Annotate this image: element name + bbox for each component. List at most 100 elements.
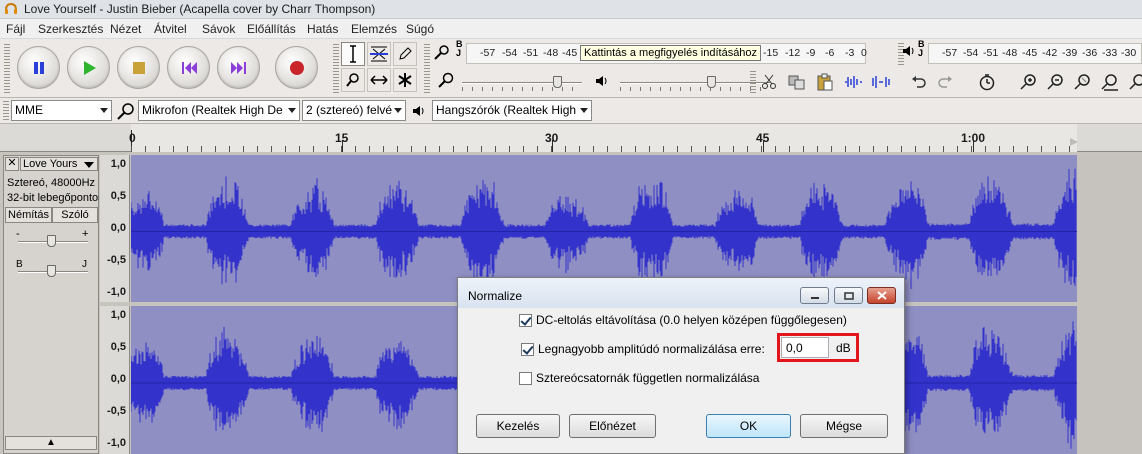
minimize-icon (810, 296, 819, 299)
ruler-label: 45 (756, 131, 770, 145)
selection-tool[interactable] (341, 42, 365, 66)
menu-tracks[interactable]: Sávok (202, 22, 235, 36)
menu-effect[interactable]: Hatás (307, 22, 338, 36)
pause-button[interactable] (17, 46, 60, 89)
amplitude-label: 0,0 (110, 222, 126, 234)
asterisk-icon (398, 73, 412, 87)
menu-transport[interactable]: Átvitel (154, 22, 187, 36)
toolbar-grip[interactable] (4, 43, 10, 93)
amplitude-label: -0,5 (107, 254, 126, 266)
timeline-ruler[interactable]: 0 15 30 45 1:00 (0, 124, 1142, 152)
menu-analyze[interactable]: Elemzés (351, 22, 397, 36)
pan-slider[interactable] (47, 265, 56, 277)
dc-offset-checkbox[interactable] (519, 313, 532, 327)
silence-audio-icon (872, 76, 890, 88)
amplitude-label: 1,0 (110, 309, 126, 321)
zoom-toggle-button[interactable] (1126, 71, 1142, 93)
track-menu-button[interactable]: Love Yours (20, 157, 98, 171)
recording-channels-select[interactable]: 2 (sztereó) felvé (302, 100, 406, 121)
maximize-button[interactable] (834, 287, 863, 304)
pause-icon (34, 62, 44, 74)
skip-start-icon (182, 62, 197, 74)
envelope-tool[interactable] (367, 42, 391, 66)
pencil-icon (399, 47, 412, 60)
pan-left-label: B (16, 259, 23, 270)
copy-button[interactable] (786, 71, 808, 93)
record-scale-tick: -51 (523, 47, 539, 59)
close-button[interactable] (867, 287, 896, 304)
gain-slider[interactable] (47, 235, 56, 247)
mute-button[interactable]: Némítás (5, 207, 52, 223)
ruler-label: 1:00 (961, 131, 986, 145)
close-track-button[interactable]: ✕ (5, 157, 19, 171)
amplitude-unit: dB (836, 341, 851, 355)
track-bit-depth: 32-bit lebegőpontos (7, 192, 99, 204)
record-button[interactable] (275, 46, 318, 89)
amplitude-input[interactable]: 0,0 (781, 337, 829, 358)
toolbar-grip[interactable] (750, 71, 756, 93)
undo-button[interactable] (908, 71, 930, 93)
gain-plus-label: + (82, 228, 89, 240)
menu-view[interactable]: Nézet (110, 22, 141, 36)
zoom-fit-icon (1101, 74, 1118, 91)
skip-to-start-button[interactable] (167, 46, 210, 89)
menu-help[interactable]: Súgó (406, 22, 434, 36)
record-scale-tick: 0 (861, 47, 867, 59)
toolbar-grip[interactable] (3, 101, 9, 120)
menu-file[interactable]: Fájl (6, 22, 25, 36)
minimize-button[interactable] (800, 287, 829, 304)
paste-button[interactable] (814, 71, 836, 93)
stereo-independent-row: Sztereócsatornák független normalizálása (519, 371, 759, 385)
input-volume-track (462, 82, 582, 84)
toolbar-grip[interactable] (424, 43, 430, 93)
ok-button[interactable]: OK (706, 414, 791, 438)
sync-lock-button[interactable] (976, 71, 998, 93)
playback-device-select[interactable]: Hangszórók (Realtek High (432, 100, 592, 121)
slider-ticks (462, 87, 582, 91)
stop-button[interactable] (117, 46, 160, 89)
ruler-label: 0 (129, 131, 136, 145)
toolbar-grip[interactable] (333, 43, 339, 93)
normalize-amplitude-row: Legnagyobb amplitúdó normalizálása erre: (521, 342, 765, 356)
speaker-meter-icon (903, 46, 914, 56)
dialog-title-bar[interactable]: Normalize (458, 278, 904, 308)
cancel-button[interactable]: Mégse (800, 414, 888, 438)
chevron-down-icon (580, 108, 588, 113)
play-button[interactable] (67, 46, 110, 89)
menu-edit[interactable]: Szerkesztés (38, 22, 103, 36)
manage-button[interactable]: Kezelés (476, 414, 560, 438)
cut-button[interactable] (758, 71, 780, 93)
solo-button[interactable]: Szóló (52, 207, 98, 223)
playback-meter-channels: B J (918, 39, 925, 58)
record-scale-tick: -12 (785, 47, 801, 59)
draw-tool[interactable] (393, 42, 417, 66)
fit-selection-button[interactable] (1072, 71, 1094, 93)
zoom-tool[interactable] (341, 68, 365, 92)
redo-button[interactable] (934, 71, 956, 93)
menu-generate[interactable]: Előállítás (247, 22, 296, 36)
silence-button[interactable] (870, 71, 892, 93)
ruler-scale[interactable] (131, 124, 1077, 152)
skip-to-end-button[interactable] (217, 46, 260, 89)
audio-host-select[interactable]: MME (11, 100, 112, 121)
time-shift-tool[interactable] (367, 68, 391, 92)
pan-right-label: J (82, 259, 87, 270)
playback-scale-tick: -39 (1062, 47, 1078, 59)
trim-button[interactable] (842, 71, 864, 93)
zoom-in-button[interactable] (1018, 71, 1040, 93)
multi-tool[interactable] (393, 68, 417, 92)
stereo-independent-checkbox[interactable] (519, 371, 532, 385)
zoom-out-button[interactable] (1045, 71, 1067, 93)
recording-device-select[interactable]: Mikrofon (Realtek High De (138, 100, 300, 121)
redo-icon (938, 76, 952, 88)
normalize-amplitude-checkbox[interactable] (521, 342, 534, 356)
record-scale-tick: -45 (562, 47, 578, 59)
record-scale-tick: -9 (806, 47, 816, 59)
close-icon: ✕ (7, 157, 17, 169)
input-volume-slider[interactable] (553, 76, 562, 88)
output-volume-slider[interactable] (707, 76, 716, 88)
preview-button[interactable]: Előnézet (569, 414, 656, 438)
microphone-icon (438, 72, 454, 88)
collapse-track-button[interactable]: ▲ (5, 436, 97, 450)
fit-project-button[interactable] (1099, 71, 1121, 93)
